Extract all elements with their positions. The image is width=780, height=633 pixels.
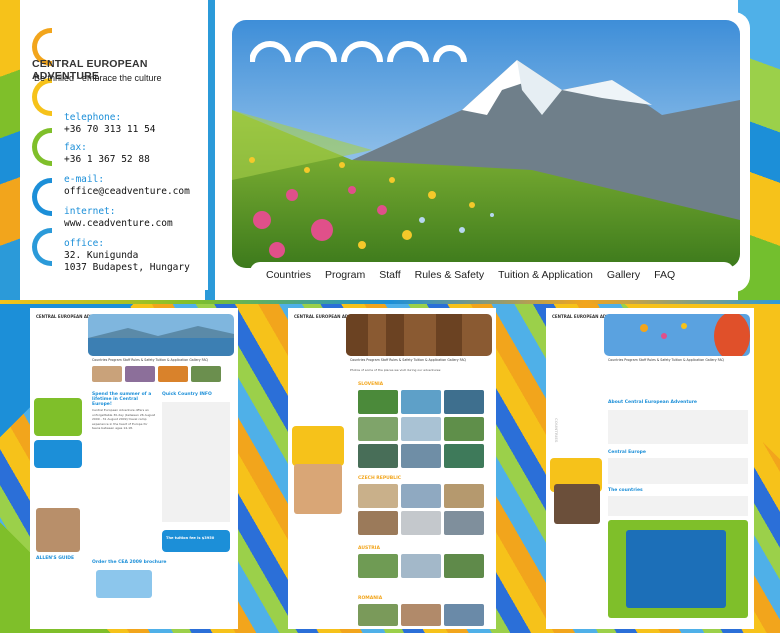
preview-icon-row	[92, 366, 221, 382]
preview-czech-grid	[358, 484, 484, 535]
preview-guide-label: ALLEN'S GUIDE	[36, 556, 75, 561]
preview-home[interactable]: CENTRAL EUROPEAN ADVENTURE Countries Pro…	[30, 308, 238, 629]
preview-body: Central European Adventure offers an unf…	[92, 408, 156, 430]
fax-value: +36 1 367 52 88	[64, 154, 150, 165]
fax-block: fax: +36 1 367 52 88	[64, 142, 150, 166]
preview-austria-heading: AUSTRIA	[358, 546, 380, 551]
office-street: 32. Kunigunda	[64, 250, 139, 261]
preview-tuition-text: The tuition fee is $3950	[166, 536, 215, 540]
preview-central-europe-text	[608, 458, 748, 484]
preview-slovenia-heading: SLOVENIA	[358, 382, 384, 387]
preview-countries[interactable]: CENTRAL EUROPEAN ADVENTURE Countries Pro…	[546, 308, 754, 629]
nav-staff[interactable]: Staff	[379, 269, 400, 281]
preview-guide-photo	[36, 508, 80, 552]
page-previews: CENTRAL EUROPEAN ADVENTURE Countries Pro…	[0, 304, 780, 633]
email-block: e-mail: office@ceadventure.com	[64, 174, 190, 198]
preview-quick-info: Quick Country INFO	[162, 392, 212, 397]
preview-yellow-bubble	[292, 426, 344, 466]
email-label: e-mail:	[64, 174, 105, 185]
nav-rules-safety[interactable]: Rules & Safety	[415, 269, 484, 281]
preview-countries-heading: The countries	[608, 488, 643, 493]
main-nav: Countries Program Staff Rules & Safety T…	[250, 262, 734, 288]
office-block: office: 32. Kunigunda 1037 Budapest, Hun…	[64, 238, 190, 274]
decorative-arcs-icon	[249, 40, 470, 68]
preview-brochure-heading: Order the CEA 2009 brochure	[92, 560, 167, 565]
preview-gallery-intro: Photos of some of the places we visit du…	[350, 368, 442, 372]
nav-gallery[interactable]: Gallery	[607, 269, 640, 281]
preview-countries-list	[608, 496, 748, 516]
preview-gallery[interactable]: CENTRAL EUROPEAN ADVENTURE Countries Pro…	[288, 308, 496, 629]
preview-austria-grid	[358, 554, 484, 578]
preview-romania-heading: ROMANIA	[358, 596, 383, 601]
brand-tagline: Be thrilled - embrace the culture	[34, 73, 162, 83]
preview-wood-photo	[346, 314, 492, 356]
preview-about-heading: About Central European Adventure	[608, 400, 697, 405]
nav-tuition-application[interactable]: Tuition & Application	[498, 269, 593, 281]
geometric-pattern-left	[0, 0, 20, 300]
fax-label: fax:	[64, 142, 87, 153]
preview-czech-heading: CZECH REPUBLIC	[358, 476, 402, 481]
email-link[interactable]: office@ceadventure.com	[64, 186, 190, 198]
preview-lake-photo	[88, 314, 234, 356]
preview-guide-photo	[554, 484, 600, 524]
preview-side-label: COUNTRIES	[554, 418, 559, 443]
nav-countries[interactable]: Countries	[266, 269, 311, 281]
hero-section: CENTRAL EUROPEAN ADVENTURE Be thrilled -…	[0, 0, 780, 300]
office-label: office:	[64, 238, 105, 249]
nav-program[interactable]: Program	[325, 269, 365, 281]
nav-faq[interactable]: FAQ	[654, 269, 675, 281]
preview-nav: Countries Program Staff Rules & Safety T…	[608, 358, 724, 362]
preview-blue-box	[34, 440, 82, 468]
office-city: 1037 Budapest, Hungary	[64, 262, 190, 273]
telephone-label: telephone:	[64, 112, 122, 123]
preview-balloons-photo	[604, 314, 750, 356]
preview-nav: Countries Program Staff Rules & Safety T…	[92, 358, 208, 362]
preview-country-list	[162, 402, 230, 522]
website-link[interactable]: www.ceadventure.com	[64, 218, 173, 230]
preview-tuition-promo[interactable]	[162, 530, 230, 552]
preview-slovenia-grid	[358, 390, 484, 468]
telephone-block: telephone: +36 70 313 11 54	[64, 112, 156, 136]
preview-staff-photo	[294, 464, 342, 514]
preview-about-text	[608, 410, 748, 444]
internet-block: internet: www.ceadventure.com	[64, 206, 173, 230]
internet-label: internet:	[64, 206, 116, 217]
preview-green-box	[34, 398, 82, 436]
preview-map-europe	[626, 530, 726, 608]
preview-brochure-image	[96, 570, 152, 598]
preview-nav: Countries Program Staff Rules & Safety T…	[350, 358, 466, 362]
preview-headline: Spend the summer of a lifetime in Centra…	[92, 392, 152, 407]
preview-central-europe-heading: Central Europe	[608, 450, 646, 455]
preview-romania-grid	[358, 604, 484, 626]
contact-card: CENTRAL EUROPEAN ADVENTURE Be thrilled -…	[20, 0, 208, 290]
telephone-value: +36 70 313 11 54	[64, 124, 156, 135]
